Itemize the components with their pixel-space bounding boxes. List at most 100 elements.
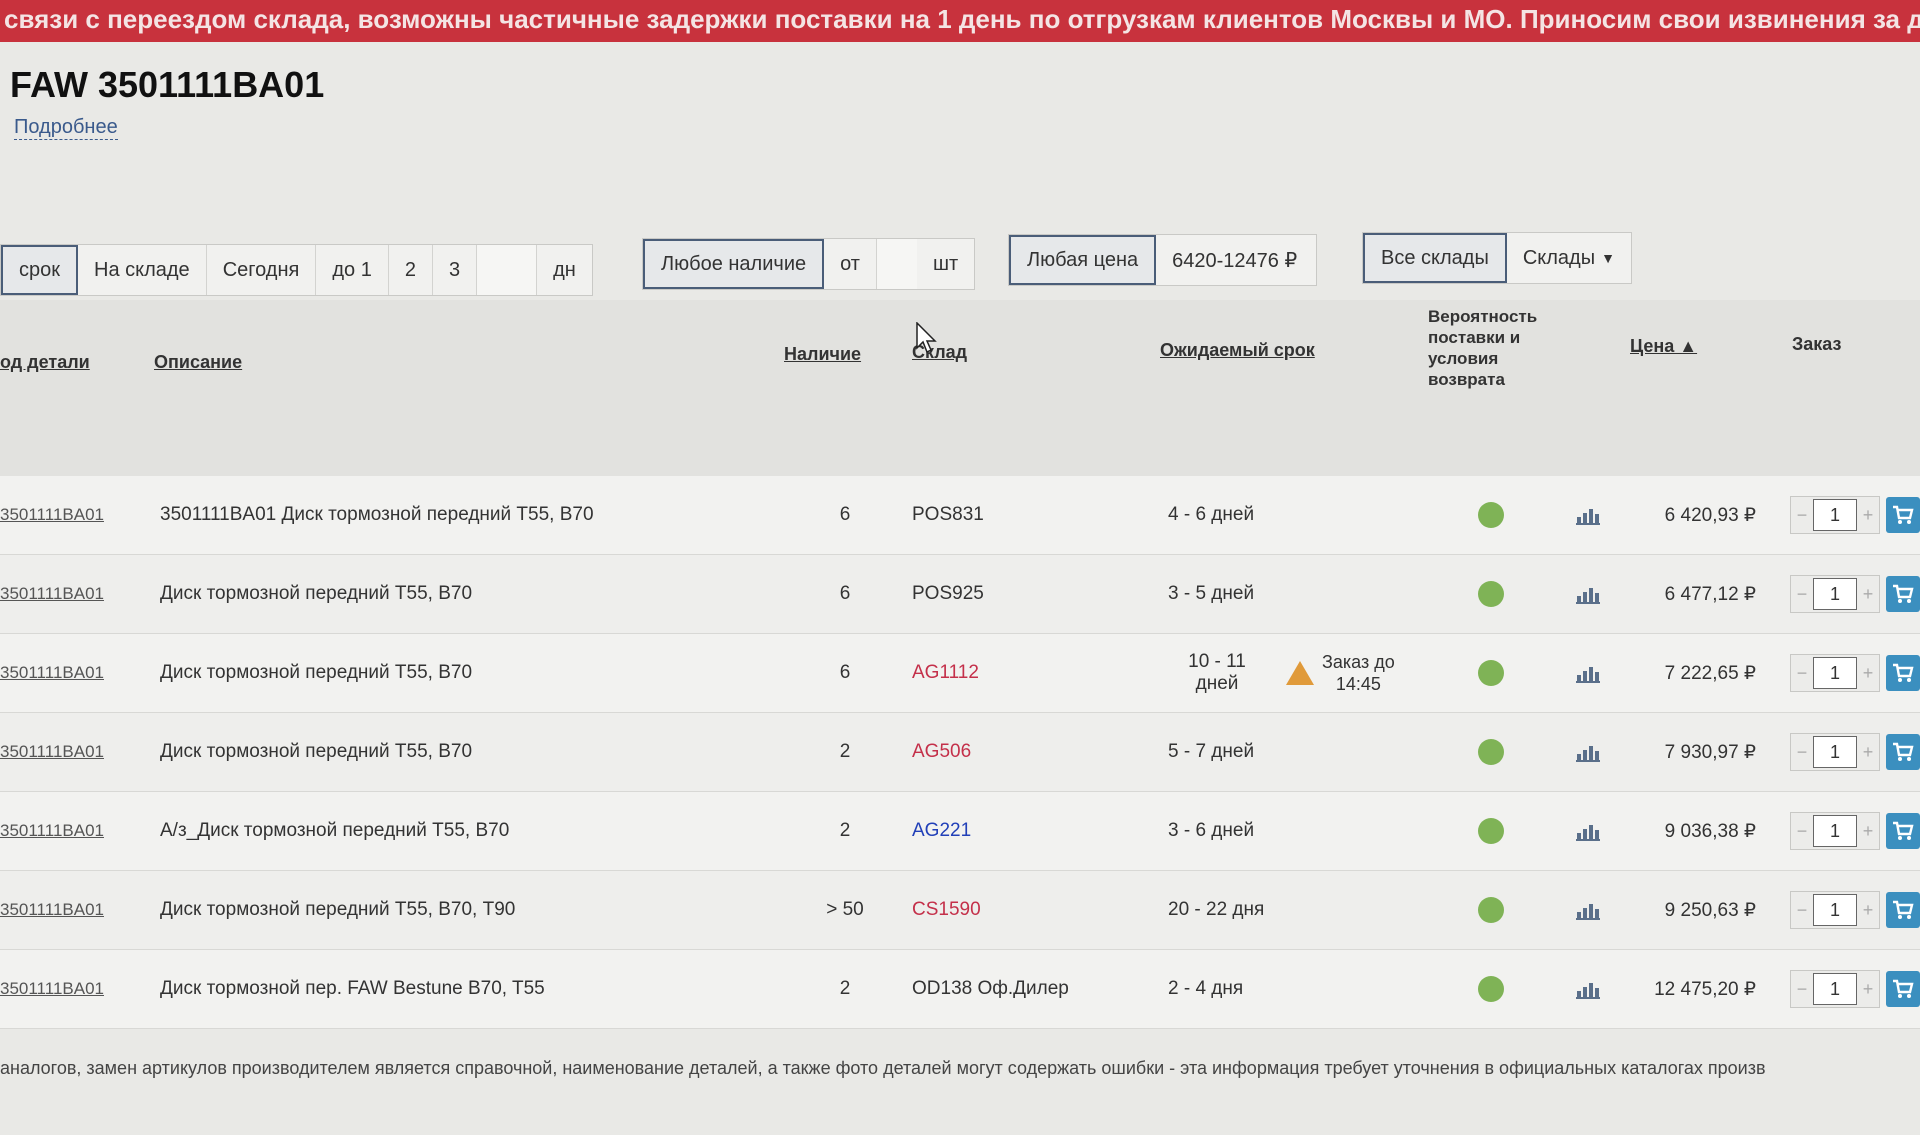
- warehouse-code: AG221: [912, 820, 972, 841]
- increase-button[interactable]: +: [1857, 821, 1879, 842]
- increase-button[interactable]: +: [1857, 505, 1879, 526]
- term-today-button[interactable]: Сегодня: [207, 245, 317, 295]
- decrease-button[interactable]: −: [1791, 505, 1813, 526]
- order-controls: − 1 +: [1790, 555, 1920, 633]
- add-to-cart-button[interactable]: [1886, 655, 1920, 691]
- stats-button[interactable]: [1576, 792, 1600, 870]
- part-code-link[interactable]: 3501111BA01: [0, 476, 104, 554]
- probability-line-2: поставки и: [1428, 328, 1521, 347]
- cart-icon: [1893, 900, 1914, 919]
- availability-qty-input[interactable]: [876, 239, 917, 289]
- stock-qty: 6: [839, 583, 851, 604]
- cart-icon: [1893, 821, 1914, 840]
- col-code-header[interactable]: од детали: [0, 352, 90, 373]
- page-title: FAW 3501111BA01: [10, 64, 325, 105]
- stats-button[interactable]: [1576, 555, 1600, 633]
- decrease-button[interactable]: −: [1791, 742, 1813, 763]
- increase-button[interactable]: +: [1857, 979, 1879, 1000]
- warning-icon: [1286, 661, 1314, 685]
- warehouse-code: POS831: [912, 504, 984, 525]
- add-to-cart-button[interactable]: [1886, 892, 1920, 928]
- term-3-button[interactable]: 3: [433, 245, 478, 295]
- col-lead-time-header[interactable]: Ожидаемый срок: [1160, 340, 1315, 361]
- term-any-button[interactable]: срок: [1, 245, 78, 295]
- term-in-stock-button[interactable]: На складе: [78, 245, 207, 295]
- price-value: 7 222,65 ₽: [1664, 662, 1756, 684]
- availability-any-button[interactable]: Любое наличие: [643, 239, 825, 289]
- probability-line-3: условия: [1428, 349, 1499, 368]
- quantity-input[interactable]: 1: [1813, 815, 1857, 847]
- order-controls: − 1 +: [1790, 476, 1920, 554]
- stock-qty: > 50: [826, 899, 864, 920]
- lead-time: 2 - 4 дня: [1168, 978, 1244, 999]
- part-code-link[interactable]: 3501111BA01: [0, 634, 104, 712]
- add-to-cart-button[interactable]: [1886, 971, 1920, 1007]
- table-row: 3501111BA01 Диск тормозной передний Т55,…: [0, 634, 1920, 713]
- stats-button[interactable]: [1576, 713, 1600, 791]
- more-details-link[interactable]: Подробнее: [14, 116, 118, 140]
- probability-indicator: [1478, 555, 1504, 633]
- stock-qty: 2: [839, 741, 851, 762]
- part-code-link[interactable]: 3501111BA01: [0, 555, 104, 633]
- quantity-input[interactable]: 1: [1813, 499, 1857, 531]
- price-value: 6 477,12 ₽: [1664, 583, 1756, 605]
- part-code-link[interactable]: 3501111BA01: [0, 713, 104, 791]
- quantity-input[interactable]: 1: [1813, 894, 1857, 926]
- quantity-input[interactable]: 1: [1813, 578, 1857, 610]
- stats-button[interactable]: [1576, 871, 1600, 949]
- decrease-button[interactable]: −: [1791, 663, 1813, 684]
- col-order-header: Заказ: [1792, 334, 1842, 354]
- term-upto1-button[interactable]: до 1: [316, 245, 389, 295]
- part-description: Диск тормозной передний Т55, В70, Т90: [160, 899, 516, 920]
- quantity-stepper: − 1 +: [1790, 970, 1880, 1008]
- bar-chart-icon: [1576, 900, 1600, 920]
- part-code-link[interactable]: 3501111BA01: [0, 950, 104, 1028]
- add-to-cart-button[interactable]: [1886, 813, 1920, 849]
- part-code-link[interactable]: 3501111BA01: [0, 871, 104, 949]
- probability-indicator: [1478, 476, 1504, 554]
- table-row: 3501111BA01 А/з_Диск тормозной передний …: [0, 792, 1920, 871]
- probability-indicator: [1478, 792, 1504, 870]
- stats-button[interactable]: [1576, 950, 1600, 1028]
- col-description-header[interactable]: Описание: [154, 352, 242, 373]
- lead-time: 10 - 11 дней: [1172, 634, 1262, 712]
- part-description: Диск тормозной передний Т55, В70: [160, 583, 473, 604]
- quantity-input[interactable]: 1: [1813, 736, 1857, 768]
- increase-button[interactable]: +: [1857, 663, 1879, 684]
- part-description: Диск тормозной передний Т55, В70: [160, 741, 473, 762]
- table-row: 3501111BA01 3501111BA01 Диск тормозной п…: [0, 476, 1920, 555]
- decrease-button[interactable]: −: [1791, 900, 1813, 921]
- decrease-button[interactable]: −: [1791, 821, 1813, 842]
- col-stock-header[interactable]: Наличие: [784, 344, 861, 365]
- price-range-input[interactable]: 6420-12476 ₽: [1156, 235, 1316, 285]
- quantity-input[interactable]: 1: [1813, 657, 1857, 689]
- quantity-stepper: − 1 +: [1790, 812, 1880, 850]
- warehouse-code: AG506: [912, 741, 972, 762]
- increase-button[interactable]: +: [1857, 584, 1879, 605]
- add-to-cart-button[interactable]: [1886, 497, 1920, 533]
- quantity-input[interactable]: 1: [1813, 973, 1857, 1005]
- increase-button[interactable]: +: [1857, 900, 1879, 921]
- bar-chart-icon: [1576, 663, 1600, 683]
- decrease-button[interactable]: −: [1791, 584, 1813, 605]
- term-filter: срок На складе Сегодня до 1 2 3 дн: [0, 244, 593, 296]
- term-2-button[interactable]: 2: [389, 245, 433, 295]
- all-warehouses-button[interactable]: Все склады: [1363, 233, 1507, 283]
- table-row: 3501111BA01 Диск тормозной передний Т55,…: [0, 871, 1920, 950]
- term-days-input[interactable]: [477, 245, 538, 295]
- part-code-link[interactable]: 3501111BA01: [0, 792, 104, 870]
- bar-chart-icon: [1576, 979, 1600, 999]
- col-price-header[interactable]: Цена ▲: [1630, 336, 1697, 357]
- cart-icon: [1893, 663, 1914, 682]
- add-to-cart-button[interactable]: [1886, 576, 1920, 612]
- stats-button[interactable]: [1576, 634, 1600, 712]
- increase-button[interactable]: +: [1857, 742, 1879, 763]
- part-description: Диск тормозной пер. FAW Bestune B70, T55: [160, 978, 545, 999]
- decrease-button[interactable]: −: [1791, 979, 1813, 1000]
- stats-button[interactable]: [1576, 476, 1600, 554]
- order-controls: − 1 +: [1790, 713, 1920, 791]
- add-to-cart-button[interactable]: [1886, 734, 1920, 770]
- warehouses-dropdown[interactable]: Склады ▼: [1507, 233, 1631, 283]
- status-dot-icon: [1478, 581, 1504, 607]
- price-any-button[interactable]: Любая цена: [1009, 235, 1157, 285]
